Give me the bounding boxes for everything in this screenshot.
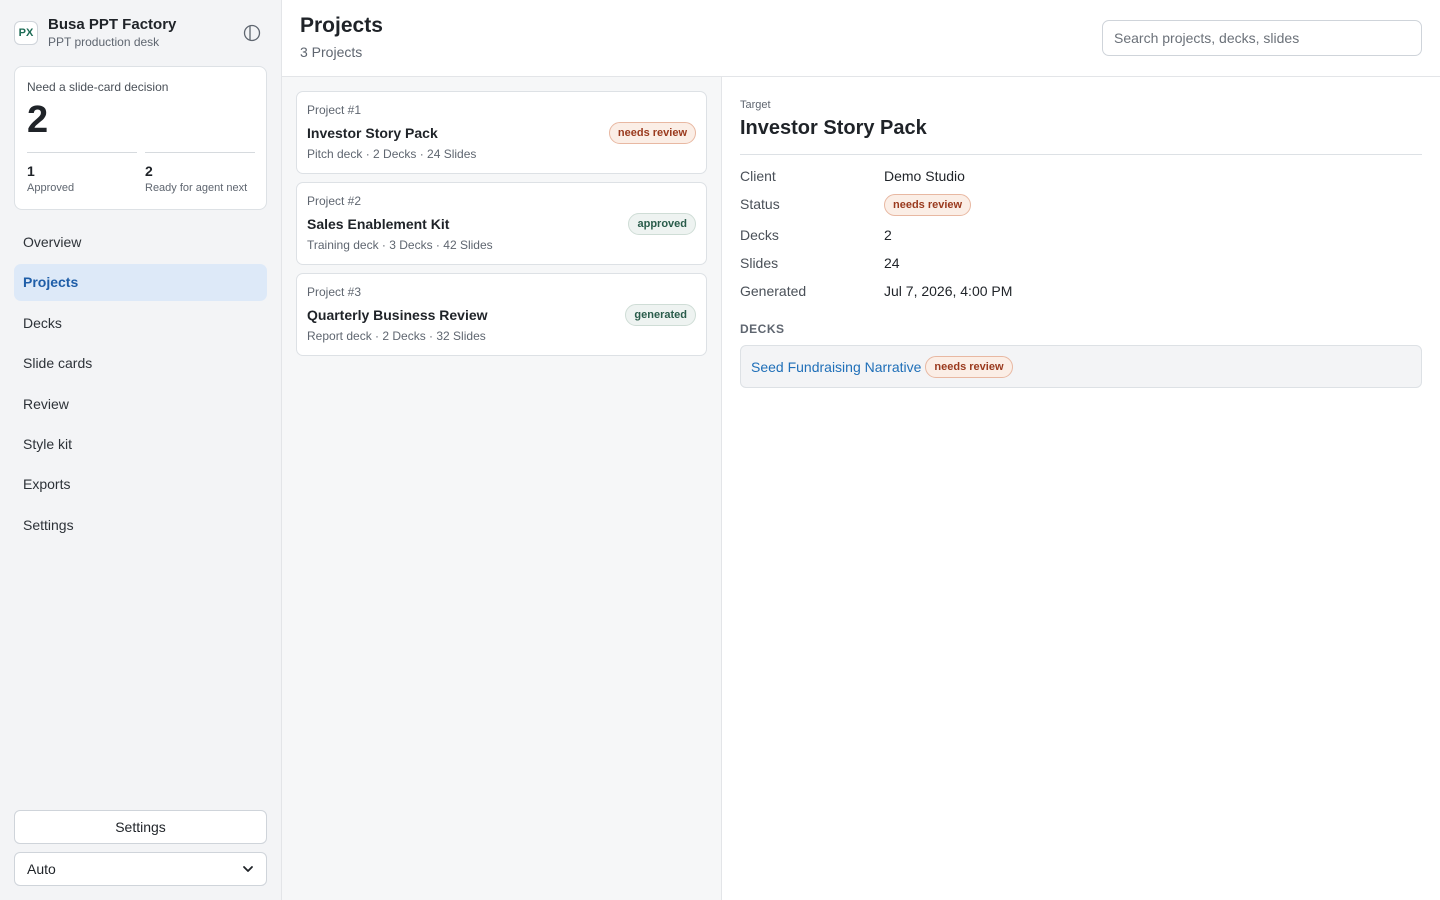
deck-link[interactable]: Seed Fundraising Narrative (751, 359, 921, 375)
status-badge: needs review (884, 194, 972, 216)
project-name: Quarterly Business Review (307, 307, 488, 323)
sidebar-item-overview[interactable]: Overview (14, 224, 267, 261)
stat-label: Approved (27, 182, 75, 194)
brand: PX Busa PPT Factory PPT production desk (14, 16, 268, 50)
status-badge-slot: approved (628, 213, 696, 235)
stat-value: 2 (145, 163, 153, 179)
detail-key: Slides (740, 255, 779, 271)
project-name: Investor Story Pack (307, 125, 438, 141)
theme-select[interactable]: Auto (14, 852, 267, 886)
search-input[interactable] (1102, 20, 1422, 56)
sidebar-item-settings[interactable]: Settings (14, 507, 267, 544)
brand-name: Busa PPT Factory (48, 16, 177, 33)
detail-row-generated: Generated Jul 7, 2026, 4:00 PM (740, 279, 1422, 305)
project-number: Project #2 (307, 194, 362, 208)
detail-eyebrow: Target (740, 99, 771, 111)
project-card[interactable]: Project #2 Sales Enablement Kit Training… (296, 182, 707, 265)
status-badge: generated (625, 304, 696, 326)
stat-label: Ready for agent next (145, 182, 248, 194)
detail-divider (740, 154, 1422, 155)
sidebar-item-projects[interactable]: Projects (14, 264, 267, 302)
detail-value: 2 (884, 227, 892, 243)
detail-row-client: Client Demo Studio (740, 164, 1422, 190)
sidebar: PX Busa PPT Factory PPT production desk … (0, 0, 282, 900)
detail-title: Investor Story Pack (740, 117, 927, 139)
sidebar-item-slide-cards[interactable]: Slide cards (14, 345, 267, 382)
settings-button[interactable]: Settings (14, 810, 267, 844)
detail-key: Client (740, 168, 776, 184)
detail-value: needs review (884, 194, 972, 216)
status-badge: needs review (925, 355, 1013, 378)
status-badge: needs review (608, 122, 696, 144)
project-card[interactable]: Project #3 Quarterly Business Review Rep… (296, 273, 707, 356)
project-number: Project #1 (307, 103, 362, 117)
decision-label: Need a slide-card decision (27, 80, 169, 94)
detail-value: Jul 7, 2026, 4:00 PM (884, 283, 1013, 299)
status-badge: approved (628, 213, 696, 235)
page-title: Projects (300, 14, 383, 37)
page-header: Projects 3 Projects (282, 0, 1440, 77)
project-name: Sales Enablement Kit (307, 216, 450, 232)
page-subtitle: 3 Projects (300, 44, 363, 60)
sidebar-toggle-icon[interactable] (243, 24, 261, 42)
sidebar-item-exports[interactable]: Exports (14, 466, 267, 503)
stat-value: 1 (27, 163, 35, 179)
project-meta: Report deck · 2 Decks · 32 Slides (307, 329, 486, 343)
detail-key: Generated (740, 283, 807, 299)
theme-select-value: Auto (27, 861, 56, 877)
decks-heading: DECKS (740, 322, 785, 336)
detail-key: Status (740, 196, 780, 212)
detail-value: 24 (884, 255, 900, 271)
project-list: Project #1 Investor Story Pack Pitch dec… (282, 77, 722, 900)
decision-card: Need a slide-card decision 2 1 Approved … (14, 66, 267, 210)
project-number: Project #3 (307, 285, 362, 299)
brand-logo: PX (14, 21, 38, 45)
chevron-down-icon (243, 866, 253, 872)
deck-row: Seed Fundraising Narrative needs review (740, 345, 1422, 388)
detail-value: Demo Studio (884, 168, 965, 184)
decision-count: 2 (27, 99, 49, 141)
detail-row-status: Status needs review (740, 192, 1422, 218)
sidebar-item-decks[interactable]: Decks (14, 305, 267, 342)
sidebar-item-style-kit[interactable]: Style kit (14, 426, 267, 463)
stat-ready: 2 Ready for agent next (145, 152, 255, 194)
sidebar-nav: Overview Projects Decks Slide cards Revi… (14, 224, 267, 547)
status-badge-slot: needs review (608, 122, 696, 144)
detail-key: Decks (740, 227, 779, 243)
project-meta: Pitch deck · 2 Decks · 24 Slides (307, 147, 477, 161)
project-card[interactable]: Project #1 Investor Story Pack Pitch dec… (296, 91, 707, 174)
status-badge-slot: generated (625, 304, 696, 326)
detail-row-decks: Decks 2 (740, 223, 1422, 249)
project-meta: Training deck · 3 Decks · 42 Slides (307, 238, 493, 252)
brand-subtitle: PPT production desk (48, 35, 160, 49)
detail-row-slides: Slides 24 (740, 251, 1422, 277)
stat-approved: 1 Approved (27, 152, 137, 194)
sidebar-item-review[interactable]: Review (14, 386, 267, 423)
project-detail: Target Investor Story Pack Client Demo S… (722, 77, 1440, 900)
